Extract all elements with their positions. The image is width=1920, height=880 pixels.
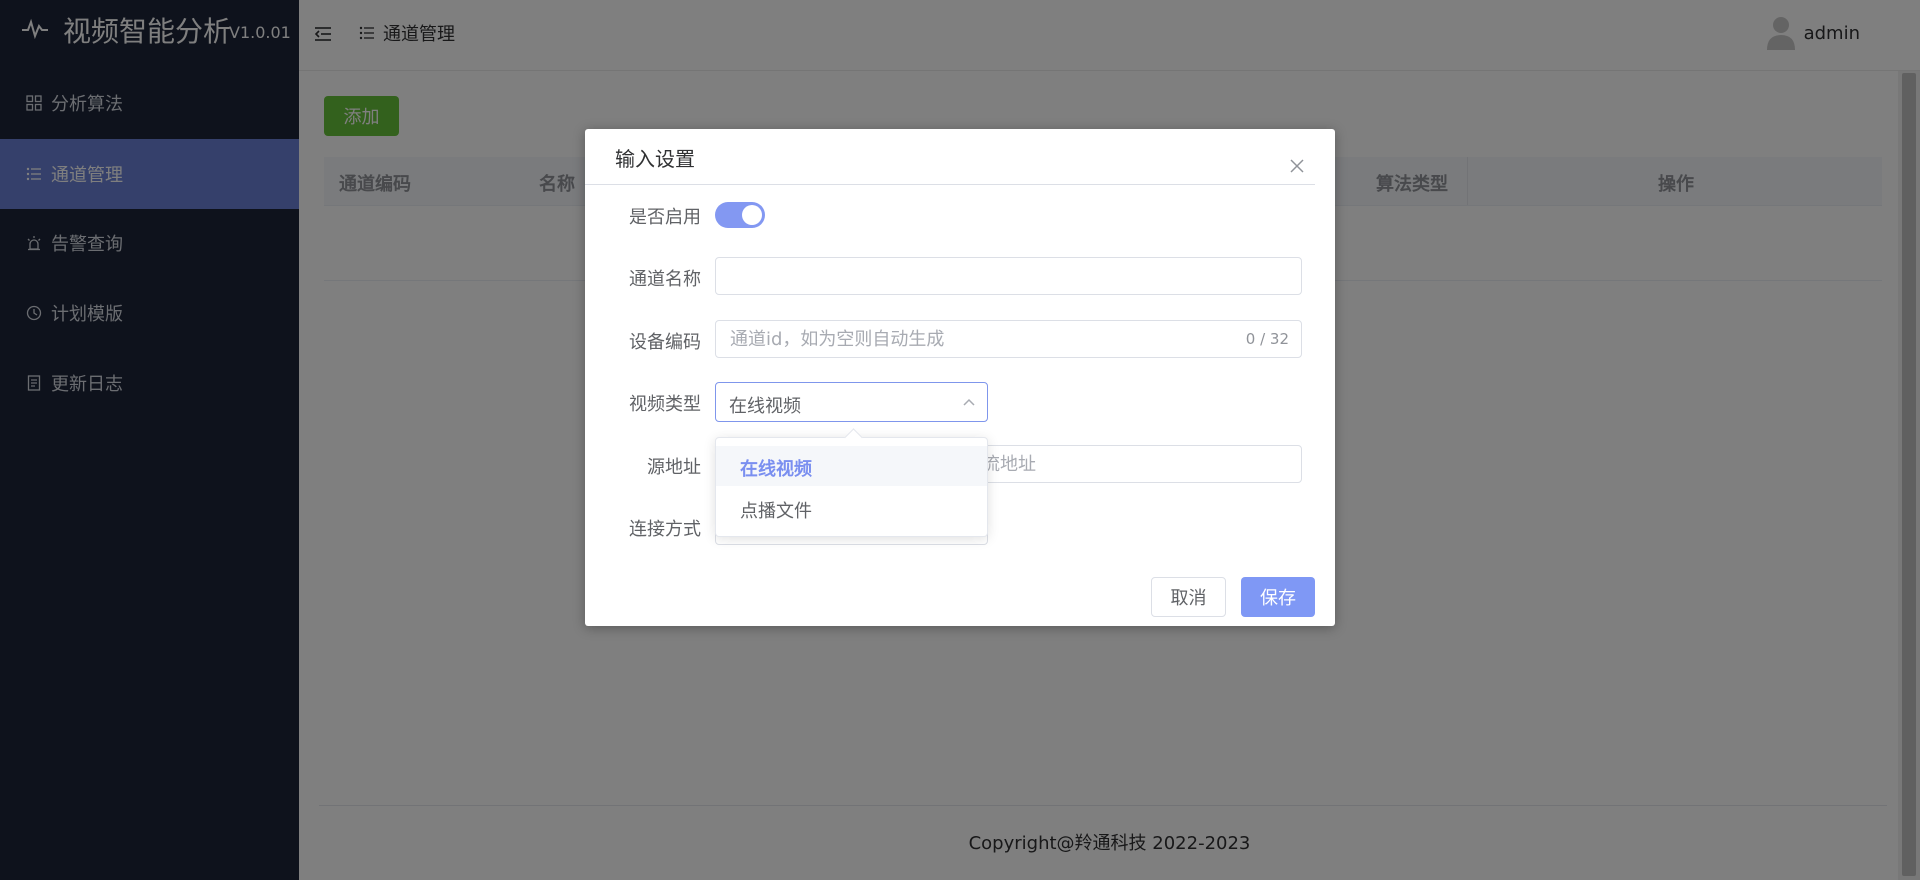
char-counter: 0 / 32 — [1245, 330, 1289, 348]
channel-name-input[interactable] — [730, 258, 1230, 294]
dropdown-arrow — [844, 428, 863, 447]
dialog-divider — [585, 184, 1315, 185]
source-label: 源地址 — [647, 457, 701, 478]
device-code-input[interactable] — [730, 321, 1230, 357]
dialog-title: 输入设置 — [615, 147, 695, 171]
cancel-button[interactable]: 取消 — [1151, 577, 1226, 617]
channel-name-label: 通道名称 — [629, 269, 701, 290]
enabled-switch[interactable] — [715, 202, 765, 228]
video-type-dropdown: 在线视频 点播文件 — [715, 428, 988, 537]
switch-knob — [742, 205, 762, 225]
option-vod-file[interactable]: 点播文件 — [716, 488, 987, 528]
device-code-field: 0 / 32 — [715, 320, 1302, 358]
connection-label: 连接方式 — [629, 519, 701, 540]
video-type-value: 在线视频 — [729, 396, 801, 417]
option-label: 在线视频 — [740, 459, 812, 480]
enabled-label: 是否启用 — [629, 207, 701, 228]
source-input[interactable] — [982, 446, 1282, 482]
device-code-label: 设备编码 — [629, 332, 701, 353]
chevron-up-icon — [963, 398, 975, 406]
input-settings-dialog: 输入设置 是否启用 通道名称 设备编码 0 / 32 视频类型 在线视频 源地址… — [585, 129, 1335, 626]
option-label: 点播文件 — [740, 501, 812, 522]
video-type-label: 视频类型 — [629, 394, 701, 415]
save-button[interactable]: 保存 — [1241, 577, 1315, 617]
channel-name-field — [715, 257, 1302, 295]
close-icon[interactable] — [1290, 159, 1304, 173]
video-type-select[interactable]: 在线视频 — [715, 382, 988, 422]
option-online-video[interactable]: 在线视频 — [716, 446, 987, 486]
